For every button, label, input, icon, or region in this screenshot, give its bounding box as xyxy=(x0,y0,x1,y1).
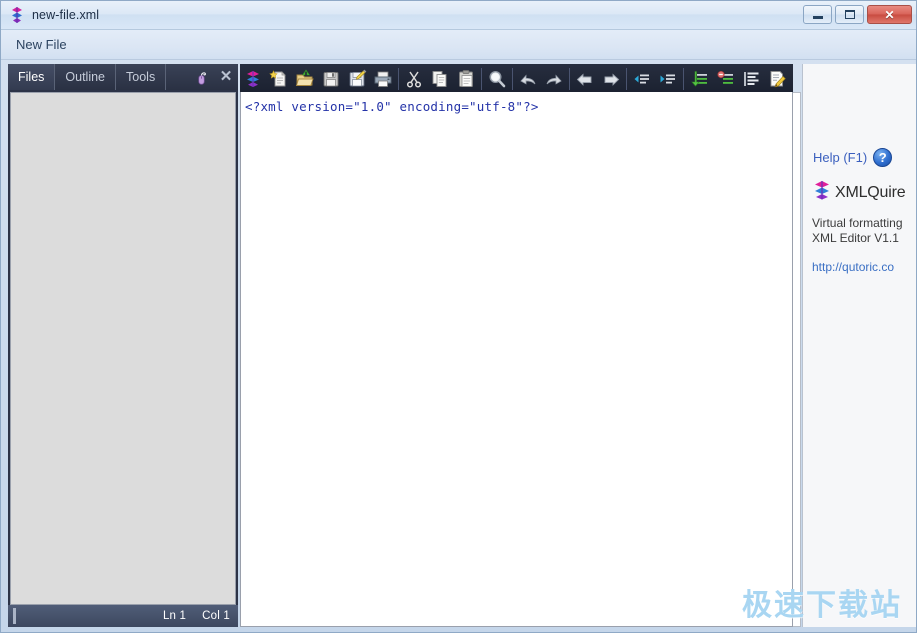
expand-all-button[interactable] xyxy=(686,66,712,92)
xmlquire-logo-icon xyxy=(8,6,26,24)
application-window: new-file.xml ✕ New File Files Outline To… xyxy=(0,0,917,633)
edit-markup-button[interactable] xyxy=(764,66,790,92)
toolbar-separator xyxy=(683,67,684,90)
status-line: Ln 1 xyxy=(162,610,187,622)
redo-button[interactable] xyxy=(541,66,567,92)
open-file-button[interactable] xyxy=(292,66,318,92)
editor-content[interactable]: <?xml version="1.0" encoding="utf-8"?> xyxy=(241,92,792,114)
copy-button[interactable] xyxy=(427,66,453,92)
cut-button[interactable] xyxy=(401,66,427,92)
help-link-label[interactable]: Help (F1) xyxy=(813,150,867,165)
help-link-row[interactable]: Help (F1) ? xyxy=(813,148,916,167)
toolbar-group-navigation xyxy=(572,64,624,93)
window-controls: ✕ xyxy=(803,5,912,24)
tabstrip-spacer xyxy=(166,64,188,90)
help-website-link[interactable]: http://qutoric.co xyxy=(812,260,916,274)
files-panel-body[interactable] xyxy=(10,92,236,605)
tab-outline[interactable]: Outline xyxy=(55,64,117,90)
forward-button[interactable] xyxy=(598,66,624,92)
help-description-line2: XML Editor V1.1 xyxy=(812,231,899,245)
close-panel-icon[interactable]: ✕ xyxy=(214,64,238,90)
toolbar-separator xyxy=(398,67,399,90)
help-description-line1: Virtual formatting xyxy=(812,216,903,230)
maximize-button[interactable] xyxy=(835,5,864,24)
status-bar: Ln 1 Col 1 xyxy=(8,605,238,627)
xml-editor[interactable]: <?xml version="1.0" encoding="utf-8"?> xyxy=(240,92,793,627)
toolbar-group-history xyxy=(515,64,567,93)
menu-bar: New File xyxy=(1,30,916,60)
toolbar-group-find xyxy=(484,64,510,93)
left-panel-tabstrip: Files Outline Tools ✕ xyxy=(8,64,238,90)
brand-name: XMLQuire xyxy=(835,183,906,201)
maximize-icon xyxy=(844,10,855,19)
outdent-button[interactable] xyxy=(629,66,655,92)
window-title: new-file.xml xyxy=(32,8,100,22)
toolbar-group-clipboard xyxy=(401,64,479,93)
toolbar-group-file xyxy=(240,64,396,93)
save-button[interactable] xyxy=(318,66,344,92)
minimize-icon xyxy=(812,16,823,19)
back-button[interactable] xyxy=(572,66,598,92)
undo-button[interactable] xyxy=(515,66,541,92)
status-grip xyxy=(13,608,16,624)
brand-row: XMLQuire xyxy=(811,179,916,206)
print-button[interactable] xyxy=(370,66,396,92)
menu-item-new-file[interactable]: New File xyxy=(12,35,71,54)
main-toolbar xyxy=(240,64,793,93)
title-bar: new-file.xml ✕ xyxy=(1,1,916,30)
find-button[interactable] xyxy=(484,66,510,92)
close-button[interactable]: ✕ xyxy=(867,5,912,24)
tab-tools[interactable]: Tools xyxy=(116,64,167,90)
mouse-icon[interactable] xyxy=(188,64,214,90)
tab-files[interactable]: Files xyxy=(8,64,56,90)
toolbar-group-format xyxy=(686,64,790,93)
toolbar-separator xyxy=(512,67,513,90)
format-lines-button[interactable] xyxy=(738,66,764,92)
toolbar-group-indent xyxy=(629,64,681,93)
xmlquire-logo-button[interactable] xyxy=(240,66,266,92)
toolbar-separator xyxy=(481,67,482,90)
paste-button[interactable] xyxy=(453,66,479,92)
new-file-button[interactable] xyxy=(266,66,292,92)
help-question-icon[interactable]: ? xyxy=(873,148,893,167)
help-panel: Help (F1) ? XMLQuire Virtual formatting … xyxy=(802,64,916,627)
indent-button[interactable] xyxy=(655,66,681,92)
save-as-button[interactable] xyxy=(344,66,370,92)
editor-vertical-scrollbar[interactable] xyxy=(793,92,801,627)
left-panel: Files Outline Tools ✕ Ln 1 Col 1 xyxy=(8,64,238,627)
toolbar-separator xyxy=(626,67,627,90)
collapse-all-button[interactable] xyxy=(712,66,738,92)
status-column: Col 1 xyxy=(202,610,230,622)
minimize-button[interactable] xyxy=(803,5,832,24)
xmlquire-logo-icon xyxy=(811,179,833,206)
toolbar-separator xyxy=(569,67,570,90)
